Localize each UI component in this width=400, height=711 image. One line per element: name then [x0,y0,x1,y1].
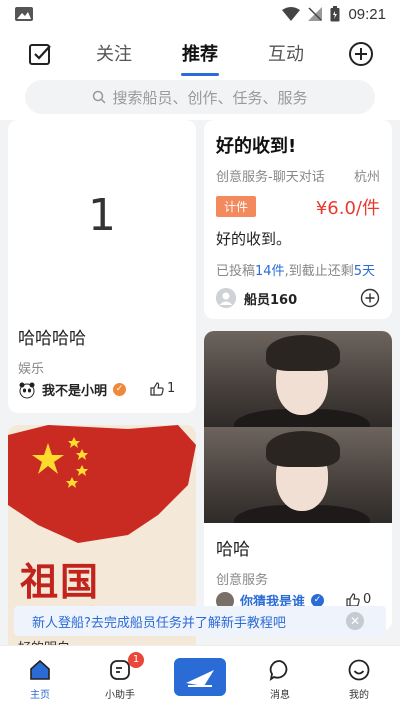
task-price: ¥6.0/件 [315,198,380,219]
like-button[interactable]: 0 [346,592,371,607]
post-photo [204,427,392,523]
author-name: 船员160 [244,292,298,308]
like-count: 1 [167,381,176,396]
signal-off-icon [308,7,323,21]
task-author[interactable]: 船员160 [216,288,297,308]
poster-map-image [8,425,196,545]
image-notification-icon [15,7,33,21]
clock: 09:21 [348,5,386,23]
wifi-icon [282,7,301,21]
panda-avatar [19,382,35,398]
nav-profile[interactable]: 我的 [329,658,389,701]
home-icon [30,659,50,680]
search-icon [93,90,107,104]
thumbs-up-icon [150,381,164,396]
task-title: 好的收到! [216,136,297,157]
top-navigation: 关注 推荐 互动 [0,28,400,78]
nav-label: 小助手 [105,690,135,701]
checklist-icon[interactable] [28,42,52,66]
post-title: 哈哈 [216,540,250,560]
verified-badge-icon: ✓ [113,383,127,396]
smile-profile-icon [348,659,370,681]
nav-home[interactable]: 主页 [10,658,70,701]
like-count: 0 [363,592,372,607]
toast-text: 新人登船?去完成船员任务并了解新手教程吧 [32,615,286,631]
onboarding-toast[interactable]: 新人登船?去完成船员任务并了解新手教程吧 ✕ [14,606,386,636]
post-category: 创意服务 [216,573,269,588]
feed-card-photo-post[interactable]: 哈哈 创意服务 你猜我是谁 ✓ 0 [204,331,392,631]
tab-following[interactable]: 关注 [96,40,132,66]
active-tab-indicator [181,73,219,76]
search-placeholder: 搜索船员、创作、任务、服务 [112,88,308,107]
task-city: 杭州 [353,170,380,185]
poster-caption: 好的明白 [18,637,70,645]
feed: 1 哈哈哈哈 娱乐 我不是小明 ✓ 1 好的收到! 创意服务-聊天对话 杭州 计… [0,120,400,645]
nav-label: 我的 [349,690,369,701]
bottom-navigation: 主页 小助手 1 消息 我的 [0,645,400,711]
feed-card-task[interactable]: 好的收到! 创意服务-聊天对话 杭州 计件 ¥6.0/件 好的收到。 已投稿14… [204,120,392,319]
nav-label: 消息 [270,690,290,701]
post-photo [204,331,392,427]
create-button[interactable] [174,658,226,696]
paper-plane-icon [186,670,214,687]
post-title: 哈哈哈哈 [18,329,86,349]
tab-recommended[interactable]: 推荐 [182,40,218,66]
pricing-badge: 计件 [216,196,257,217]
post-author[interactable]: 我不是小明 ✓ [18,380,127,399]
author-name: 我不是小明 [42,384,108,399]
battery-icon [330,6,340,22]
post-cover-text: 1 [88,189,116,241]
notification-badge: 1 [128,652,144,668]
like-button[interactable]: 1 [150,381,175,396]
nav-messages[interactable]: 消息 [250,658,310,701]
feed-card-post[interactable]: 1 哈哈哈哈 娱乐 我不是小明 ✓ 1 [8,120,196,413]
thumbs-up-icon [346,592,360,607]
post-category: 娱乐 [18,362,45,377]
task-service-type: 创意服务-聊天对话 [216,170,325,185]
message-bubble-icon [269,660,288,681]
search-bar: 搜索船员、创作、任务、服务 [0,78,400,120]
status-bar: 09:21 [0,0,400,28]
task-stats: 已投稿14件,到截止还剩5天 [216,264,375,279]
nav-label: 主页 [30,690,50,701]
close-icon[interactable]: ✕ [346,612,364,630]
add-circle-icon[interactable] [348,41,374,67]
task-body: 好的收到。 [216,230,292,248]
add-circle-icon[interactable] [360,288,380,308]
tab-interaction[interactable]: 互动 [268,40,304,66]
default-avatar-icon [216,288,236,308]
search-input[interactable]: 搜索船员、创作、任务、服务 [25,80,375,114]
